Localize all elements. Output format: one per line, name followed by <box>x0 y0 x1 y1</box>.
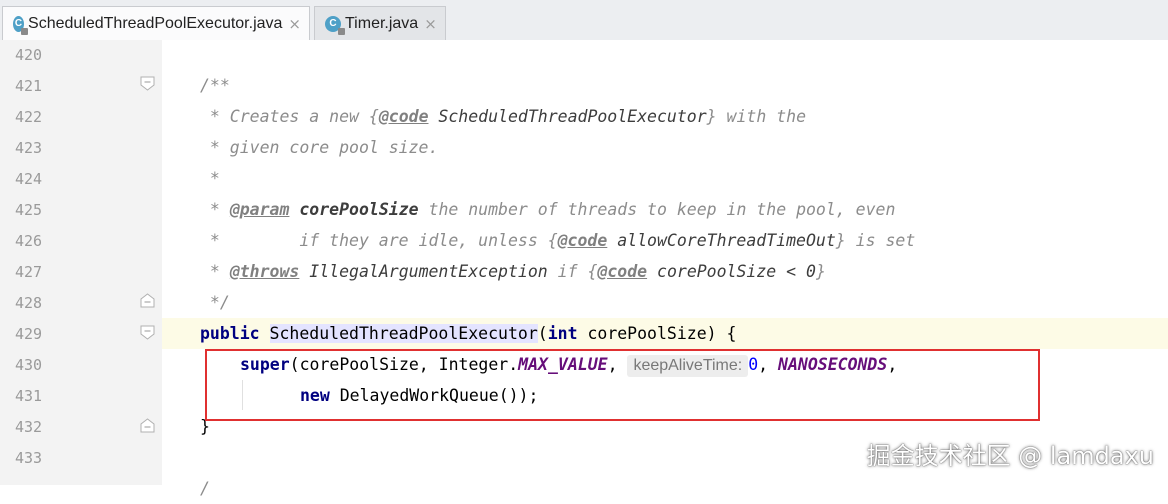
code-line-427: * @throws IllegalArgumentException if {@… <box>200 256 826 287</box>
java-class-icon: C <box>13 15 29 35</box>
java-class-icon-letter: C <box>329 18 337 29</box>
line-number: 425 <box>15 201 43 219</box>
comment-brace: { <box>587 262 598 281</box>
comment-text: * <box>200 200 230 219</box>
fold-open-icon[interactable] <box>140 325 155 340</box>
close-icon[interactable]: × <box>288 15 301 33</box>
line-number: 432 <box>15 418 43 436</box>
editor-tab-bar: C ScheduledThreadPoolExecutor.java × C T… <box>0 0 1168 41</box>
line-number: 428 <box>15 294 43 312</box>
javadoc-tag: @param <box>229 200 290 219</box>
line-number: 426 <box>15 232 43 250</box>
highlight-box <box>205 349 1040 421</box>
code-line-428: */ <box>200 293 230 312</box>
comment-brace: } <box>706 107 717 126</box>
code-line-434-partial: / <box>200 479 210 498</box>
line-number: 430 <box>15 356 43 374</box>
fold-close-icon[interactable] <box>140 293 155 308</box>
code-line-424: * <box>200 169 220 188</box>
comment-brace: } <box>835 231 846 250</box>
tab-scheduled-thread-pool-executor[interactable]: C ScheduledThreadPoolExecutor.java × <box>2 6 310 40</box>
line-number: 429 <box>15 325 43 343</box>
comment-text: with the <box>716 107 806 126</box>
line-number: 424 <box>15 170 43 188</box>
lock-icon <box>21 27 29 35</box>
code-line-426: * if they are idle, unless {@code allowC… <box>200 225 915 256</box>
lock-icon <box>338 27 345 35</box>
constructor-name[interactable]: ScheduledThreadPoolExecutor <box>269 324 538 343</box>
line-number: 431 <box>15 387 43 405</box>
close-icon[interactable]: × <box>424 15 437 33</box>
keyword: int <box>547 324 578 343</box>
code-line-422: * Creates a new {@code ScheduledThreadPo… <box>200 101 806 132</box>
comment-brace: { <box>368 107 379 126</box>
param-name: corePoolSize <box>299 200 419 219</box>
code-line-423: * given core pool size. <box>200 138 439 157</box>
comment-brace: } <box>815 262 826 281</box>
line-number: 421 <box>15 77 43 95</box>
tab-label: Timer.java <box>345 14 419 32</box>
exception-name: IllegalArgumentException <box>309 262 548 281</box>
line-number-gutter: 420 421 422 423 424 425 426 427 428 429 … <box>0 40 162 485</box>
code-reference: allowCoreThreadTimeOut <box>607 231 836 250</box>
comment-text: the number of threads to keep in the poo… <box>418 200 896 219</box>
javadoc-tag: @code <box>378 107 429 126</box>
code-reference: ScheduledThreadPoolExecutor <box>428 107 707 126</box>
code-reference: corePoolSize < 0 <box>647 262 816 281</box>
comment-space <box>299 262 309 281</box>
javadoc-tag: @code <box>557 231 608 250</box>
comment-text: is set <box>845 231 916 250</box>
comment-space <box>289 200 299 219</box>
javadoc-tag: @code <box>597 262 648 281</box>
javadoc-tag: @throws <box>229 262 300 281</box>
line-number: 422 <box>15 108 43 126</box>
tab-timer[interactable]: C Timer.java × <box>314 6 446 40</box>
watermark: 掘金技术社区 @ lamdaxu <box>866 442 1154 470</box>
code-punct: ( <box>537 324 548 343</box>
line-number: 433 <box>15 449 43 467</box>
line-number: 427 <box>15 263 43 281</box>
code-text: corePoolSize) { <box>577 324 737 343</box>
fold-close-icon[interactable] <box>140 418 155 433</box>
comment-text: * if they are idle, unless <box>200 231 548 250</box>
code-line-429: public ScheduledThreadPoolExecutor(int c… <box>200 318 736 349</box>
java-class-icon: C <box>325 15 345 35</box>
fold-open-icon[interactable] <box>140 76 155 91</box>
keyword: public <box>200 324 260 343</box>
code-line-425: * @param corePoolSize the number of thre… <box>200 194 895 225</box>
comment-text: if <box>547 262 588 281</box>
line-number: 420 <box>15 46 43 64</box>
line-number: 423 <box>15 139 43 157</box>
code-line-421: /** <box>200 76 230 95</box>
tab-label: ScheduledThreadPoolExecutor.java <box>28 14 283 32</box>
comment-brace: { <box>547 231 558 250</box>
comment-text: * <box>200 262 230 281</box>
comment-text: * Creates a new <box>200 107 369 126</box>
